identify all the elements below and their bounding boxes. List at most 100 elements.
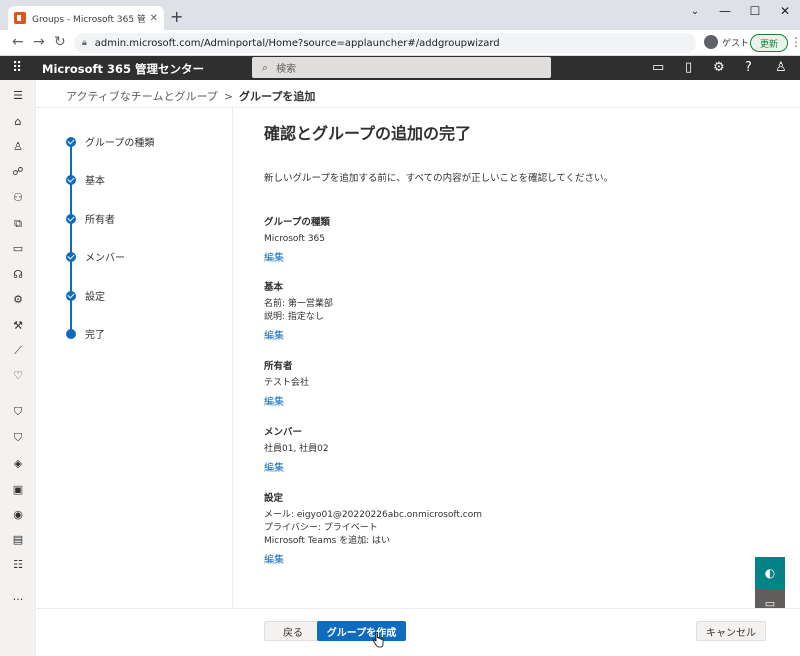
edit-owners-link[interactable]: 編集 xyxy=(264,393,284,408)
wizard-divider xyxy=(232,108,233,608)
minimize-button[interactable]: — xyxy=(710,0,740,22)
security-shield-icon[interactable]: ⛉ xyxy=(0,405,36,419)
section-value: Microsoft 365 xyxy=(264,234,325,244)
hamburger-menu-icon[interactable]: ☰ xyxy=(0,89,36,102)
wrench-icon[interactable]: ⚒ xyxy=(0,319,36,332)
breadcrumb-parent-link[interactable]: アクティブなチームとグループ xyxy=(66,88,218,104)
reload-icon[interactable]: ↻ xyxy=(54,34,66,50)
tab-title: Groups - Microsoft 365 管理セン xyxy=(32,14,146,25)
create-group-button[interactable]: グループを作成 xyxy=(317,621,406,641)
endpoint-icon[interactable]: ◈ xyxy=(0,457,36,470)
billing-icon[interactable]: ▭ xyxy=(0,242,36,255)
teams-groups-icon[interactable]: ☍ xyxy=(0,165,36,178)
help-icon[interactable]: ? xyxy=(745,60,752,75)
update-button[interactable]: 更新 xyxy=(750,34,788,52)
url-field[interactable]: 🔒︎ admin.microsoft.com/Adminportal/Home?… xyxy=(74,33,696,53)
wizard-step-settings[interactable]: 設定 xyxy=(66,288,105,303)
window-controls: ⌄ — ☐ ✕ xyxy=(680,0,800,22)
support-headset-icon[interactable]: ☊ xyxy=(0,268,36,281)
breadcrumb-current: グループを追加 xyxy=(239,90,316,103)
wizard-step-label: 設定 xyxy=(85,292,105,303)
section-heading: 基本 xyxy=(264,282,284,293)
edit-members-link[interactable]: 編集 xyxy=(264,459,284,474)
edit-group-type-link[interactable]: 編集 xyxy=(264,249,284,264)
lock-icon: 🔒︎ xyxy=(82,38,87,48)
step-check-icon xyxy=(66,251,76,262)
search-placeholder: 検索 xyxy=(276,64,297,75)
wizard-step-basics[interactable]: 基本 xyxy=(66,172,105,187)
page-title: 確認とグループの追加の完了 xyxy=(264,124,472,143)
left-nav-rail: ☰ ⌂ ♙ ☍ ⚇ ⧉ ▭ ☊ ⚙ ⚒ ⟋ ♡ ⛉ ⛉ ◈ ▣ ◉ ▤ ☷ ··… xyxy=(0,80,36,656)
section-value: プライバシー: プライベート xyxy=(264,523,378,533)
health-icon[interactable]: ♡ xyxy=(0,369,36,382)
section-group-type: グループの種類 Microsoft 365 編集 xyxy=(264,214,330,264)
wizard-step-owners[interactable]: 所有者 xyxy=(66,211,115,226)
reports-icon[interactable]: ⟋ xyxy=(0,344,36,358)
forward-arrow-icon[interactable]: → xyxy=(33,34,45,50)
wizard-step-members[interactable]: メンバー xyxy=(66,249,125,264)
step-check-icon xyxy=(66,136,76,147)
search-input[interactable]: ⌕ 検索 xyxy=(252,57,551,78)
section-value: 社員01, 社員02 xyxy=(264,444,329,454)
hand-cursor-icon xyxy=(372,632,384,648)
user-icon[interactable]: ♙ xyxy=(0,140,36,153)
browser-tab-bar: Groups - Microsoft 365 管理セン ✕ + ⌄ — ☐ ✕ xyxy=(0,0,800,30)
wizard-step-group-type[interactable]: グループの種類 xyxy=(66,134,154,149)
section-owners: 所有者 テスト会社 編集 xyxy=(264,358,309,408)
browser-tab[interactable]: Groups - Microsoft 365 管理セン ✕ xyxy=(8,6,164,30)
address-bar-row: ← → ↻ 🔒︎ admin.microsoft.com/Adminportal… xyxy=(0,30,800,56)
guest-label: ゲスト xyxy=(722,38,750,49)
roles-icon[interactable]: ⚇ xyxy=(0,191,36,204)
wizard-step-label: 所有者 xyxy=(85,215,115,226)
more-icon[interactable]: ··· xyxy=(0,593,36,606)
section-heading: 設定 xyxy=(264,493,284,504)
section-value: メール: eigyo01@20220226abc.onmicrosoft.com xyxy=(264,510,483,520)
wizard-step-finish: 完了 xyxy=(66,326,105,341)
wizard-step-label: 完了 xyxy=(85,330,105,341)
teams-icon[interactable]: ▤ xyxy=(0,533,36,546)
app-launcher-icon[interactable]: ⠿ xyxy=(12,61,22,75)
section-value: Microsoft Teams を追加: はい xyxy=(264,536,391,546)
resources-icon[interactable]: ⧉ xyxy=(0,217,36,231)
search-icon: ⌕ xyxy=(262,60,269,74)
section-members: メンバー 社員01, 社員02 編集 xyxy=(264,424,329,474)
section-heading: グループの種類 xyxy=(264,217,330,228)
close-window-button[interactable]: ✕ xyxy=(770,0,800,22)
terminal-icon[interactable]: ▭ xyxy=(652,60,664,75)
step-check-icon xyxy=(66,174,76,185)
new-tab-button[interactable]: + xyxy=(170,7,183,26)
intro-text: 新しいグループを追加する前に、すべての内容が正しいことを確認してください。 xyxy=(264,173,614,184)
exchange-icon[interactable]: ▣ xyxy=(0,483,36,496)
browser-menu-icon[interactable]: ⋮ xyxy=(790,35,800,49)
breadcrumb-divider xyxy=(36,107,800,108)
wizard-step-label: メンバー xyxy=(85,253,125,264)
app-title[interactable]: Microsoft 365 管理センター xyxy=(42,61,204,77)
office-favicon-icon xyxy=(14,12,26,24)
edit-basics-link[interactable]: 編集 xyxy=(264,327,284,342)
compliance-shield-icon[interactable]: ⛉ xyxy=(0,431,36,445)
section-heading: メンバー xyxy=(264,427,303,438)
breadcrumb-separator: > xyxy=(223,89,234,103)
back-button[interactable]: 戻る xyxy=(264,621,322,641)
guest-profile-button[interactable]: ゲスト xyxy=(704,35,749,49)
all-admin-centers-icon[interactable]: ☷ xyxy=(0,558,36,571)
setup-gear-icon[interactable]: ⚙ xyxy=(0,293,36,306)
maximize-button[interactable]: ☐ xyxy=(740,0,770,22)
mobile-icon[interactable]: ▯ xyxy=(685,60,692,75)
chat-help-button[interactable]: ◐ xyxy=(755,557,785,589)
help-chat-icon: ◐ xyxy=(764,566,776,580)
back-arrow-icon[interactable]: ← xyxy=(12,34,24,50)
tab-search-icon[interactable]: ⌄ xyxy=(680,0,710,22)
m365-header: ⠿ Microsoft 365 管理センター ⌕ 検索 ▭ ▯ ⚙ ? ♙ xyxy=(0,56,800,80)
edit-settings-link[interactable]: 編集 xyxy=(264,551,284,566)
breadcrumb: アクティブなチームとグループ > グループを追加 xyxy=(66,88,315,104)
home-icon[interactable]: ⌂ xyxy=(0,115,36,128)
wizard-step-label: 基本 xyxy=(85,176,105,187)
account-icon[interactable]: ♙ xyxy=(775,60,787,75)
settings-gear-icon[interactable]: ⚙ xyxy=(713,60,725,75)
section-value: テスト会社 xyxy=(264,378,310,388)
cancel-button[interactable]: キャンセル xyxy=(696,621,766,641)
tab-close-icon[interactable]: ✕ xyxy=(150,13,158,24)
sharepoint-icon[interactable]: ◉ xyxy=(0,508,36,521)
section-value: 名前: 第一営業部 xyxy=(264,299,333,309)
